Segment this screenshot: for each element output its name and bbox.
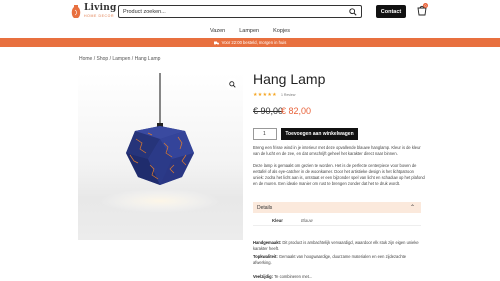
product-title: Hang Lamp — [253, 71, 326, 87]
attribute-row: Kleur Blauw — [253, 216, 421, 226]
nav-item-vazen[interactable]: Vazen — [210, 28, 225, 34]
promo-banner: Voor 22:00 besteld, morgen in huis — [0, 38, 500, 47]
feature-quality: Topkwaliteit: Gemaakt van hoogwaardige, … — [253, 254, 425, 266]
nav-item-kopjes[interactable]: Kopjes — [273, 28, 290, 34]
logo-subtitle: HOME DECOR — [84, 14, 115, 18]
contact-button[interactable]: Contact — [376, 5, 406, 18]
product-description-1: Breng een frisse wind in je interieur me… — [253, 145, 421, 156]
vase-logo-icon — [71, 5, 81, 18]
search-icon[interactable] — [349, 8, 357, 16]
promo-text: Voor 22:00 besteld, morgen in huis — [221, 40, 287, 45]
feature-title: Handgemaakt: — [253, 240, 282, 245]
zoom-button[interactable] — [226, 78, 238, 90]
price-new: € 82,00 — [281, 106, 312, 116]
logo-word: Living — [84, 3, 117, 13]
feature-handmade: Handgemaakt: Dit product is ambachtelijk… — [253, 240, 425, 252]
tab-details-label: Details — [257, 204, 273, 211]
feature-title: Veelzijdig: — [253, 274, 274, 279]
search-bar[interactable] — [118, 5, 362, 18]
nav-item-lampen[interactable]: Lampen — [239, 28, 259, 34]
cart-count-badge: 0 — [423, 3, 428, 8]
attribute-value: Blauw — [301, 218, 313, 223]
site-header: Living HOME DECOR Contact 0 — [0, 0, 500, 24]
zoom-icon — [228, 80, 236, 88]
rating-stars[interactable]: ★★★★★ — [253, 92, 277, 98]
review-count[interactable]: 1 Review — [281, 93, 295, 97]
product-description-2: Deze lamp is gemaakt om gezien te worden… — [253, 163, 425, 186]
quantity-input[interactable]: 1 — [253, 128, 277, 140]
breadcrumb[interactable]: Home / Shop / Lampen / Hang Lamp — [79, 56, 160, 62]
feature-versatile: Veelzijdig: Te combineren met... — [253, 274, 425, 280]
price-old: € 90,00 — [253, 106, 284, 116]
feature-title: Topkwaliteit: — [253, 254, 278, 259]
hang-lamp-illustration — [100, 73, 220, 213]
search-input[interactable] — [123, 7, 343, 17]
add-to-cart-button[interactable]: Toevoegen aan winkelwagen — [281, 128, 358, 140]
feature-text: Te combineren met... — [274, 274, 313, 279]
attribute-key: Kleur — [272, 218, 283, 223]
tab-details[interactable]: Details ⌃ — [253, 202, 421, 213]
main-nav: Vazen Lampen Kopjes — [0, 24, 500, 37]
chevron-up-icon: ⌃ — [409, 205, 415, 211]
truck-icon — [213, 41, 219, 45]
product-image[interactable] — [78, 73, 243, 240]
site-logo[interactable]: Living HOME DECOR — [71, 3, 117, 21]
